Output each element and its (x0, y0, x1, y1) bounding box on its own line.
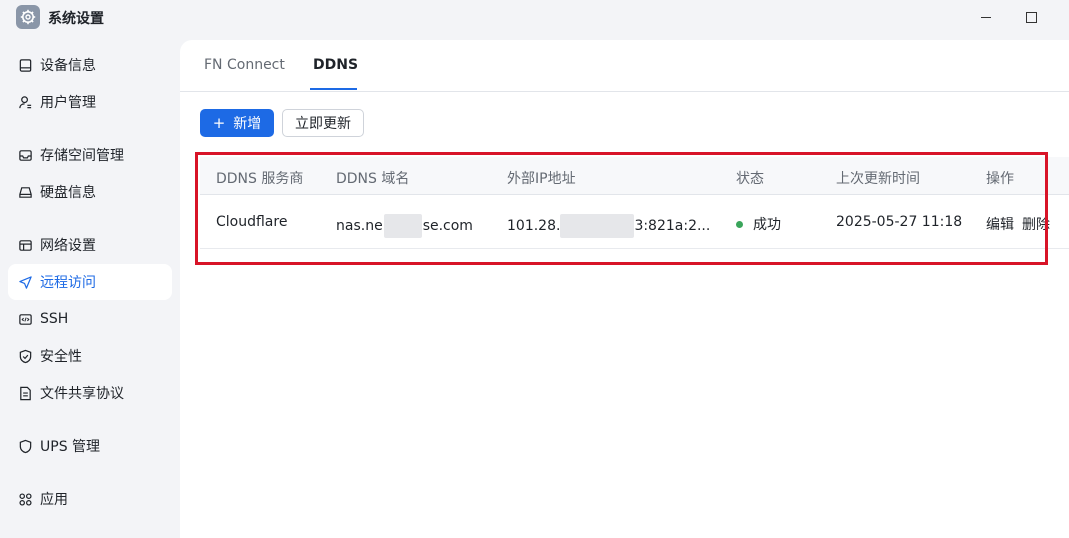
column-header-domain: DDNS 域名 (336, 171, 410, 187)
cell-domain: nas.ne se.com (336, 214, 473, 238)
ip-suffix: 3:821a:2... (634, 218, 711, 234)
sidebar-item-disk-info[interactable]: 硬盘信息 (8, 174, 172, 210)
disk-icon (17, 184, 33, 200)
device-icon (17, 57, 33, 73)
sidebar-item-label: SSH (40, 311, 69, 327)
sidebar-item-label: 存储空间管理 (40, 148, 124, 164)
sidebar-item-remote-access[interactable]: 远程访问 (8, 264, 172, 300)
plus-icon: + (212, 114, 226, 132)
minimize-button[interactable] (974, 6, 998, 28)
sidebar-item-ssh[interactable]: SSH (8, 301, 172, 337)
domain-prefix: nas.ne (336, 218, 383, 234)
sidebar-item-network[interactable]: 网络设置 (8, 227, 172, 263)
add-button[interactable]: + 新增 (200, 109, 274, 137)
sidebar-item-label: 硬盘信息 (40, 185, 96, 201)
main-panel: FN Connect DDNS + 新增 立即更新 DDNS 服务商 DDNS … (180, 40, 1069, 538)
sidebar-item-user-management[interactable]: 用户管理 (8, 84, 172, 120)
sidebar-item-device-info[interactable]: 设备信息 (8, 47, 172, 83)
column-header-actions: 操作 (986, 171, 1014, 187)
window-title: 系统设置 (48, 11, 104, 27)
column-header-provider: DDNS 服务商 (216, 171, 304, 187)
apps-icon (17, 491, 33, 507)
network-icon (17, 237, 33, 253)
sidebar-item-label: 安全性 (40, 349, 82, 365)
sidebar-item-label: UPS 管理 (40, 439, 101, 455)
column-header-status: 状态 (736, 171, 764, 187)
redacted-area (383, 214, 422, 238)
sidebar-item-label: 用户管理 (40, 95, 96, 111)
cell-last-update: 2025-05-27 11:18 (836, 214, 963, 230)
edit-link[interactable]: 编辑 (986, 214, 1014, 234)
sidebar-item-file-sharing[interactable]: 文件共享协议 (8, 375, 172, 411)
shield-icon (17, 438, 33, 454)
sidebar-item-label: 应用 (40, 492, 68, 508)
column-header-last-update: 上次更新时间 (836, 171, 920, 187)
sidebar-item-ups[interactable]: UPS 管理 (8, 428, 172, 464)
table-row: Cloudflare nas.ne se.com 101.28. 3:821a:2.… (200, 195, 1069, 249)
tab-ddns[interactable]: DDNS (313, 57, 358, 73)
update-now-button[interactable]: 立即更新 (282, 109, 364, 137)
maximize-button[interactable] (1019, 6, 1043, 28)
domain-suffix: se.com (422, 218, 473, 234)
cell-provider: Cloudflare (216, 214, 288, 230)
user-icon (17, 94, 33, 110)
table-header: DDNS 服务商 DDNS 域名 外部IP地址 状态 上次更新时间 操作 (200, 157, 1069, 195)
shield-check-icon (17, 348, 33, 364)
cell-external-ip: 101.28. 3:821a:2... (507, 214, 710, 238)
cell-status: 成功 (736, 214, 781, 234)
ip-prefix: 101.28. (507, 218, 561, 234)
sidebar-item-label: 文件共享协议 (40, 386, 124, 402)
sidebar-item-security[interactable]: 安全性 (8, 338, 172, 374)
sidebar-item-label: 设备信息 (40, 58, 96, 74)
active-tab-indicator (310, 88, 357, 90)
sidebar-item-label: 网络设置 (40, 238, 96, 254)
add-button-label: 新增 (233, 116, 262, 132)
tab-bar: FN Connect DDNS (180, 40, 1069, 92)
storage-icon (17, 147, 33, 163)
status-text: 成功 (753, 217, 781, 233)
tab-fn-connect[interactable]: FN Connect (204, 57, 285, 73)
status-success-dot (736, 220, 743, 228)
sidebar-item-label: 远程访问 (40, 275, 96, 291)
sidebar: 设备信息 用户管理 存储空间管理 硬盘信息 网络设置 远程访问 SSH 安全性 … (0, 44, 180, 538)
sidebar-item-apps[interactable]: 应用 (8, 481, 172, 517)
file-icon (17, 385, 33, 401)
sidebar-item-storage[interactable]: 存储空间管理 (8, 137, 172, 173)
send-icon (17, 274, 33, 290)
code-icon (17, 311, 33, 327)
column-header-external-ip: 外部IP地址 (507, 171, 576, 187)
title-bar: 系统设置 (0, 0, 1069, 36)
redacted-area (560, 214, 635, 238)
delete-link[interactable]: 删除 (1022, 214, 1050, 234)
settings-app-icon (16, 5, 40, 29)
